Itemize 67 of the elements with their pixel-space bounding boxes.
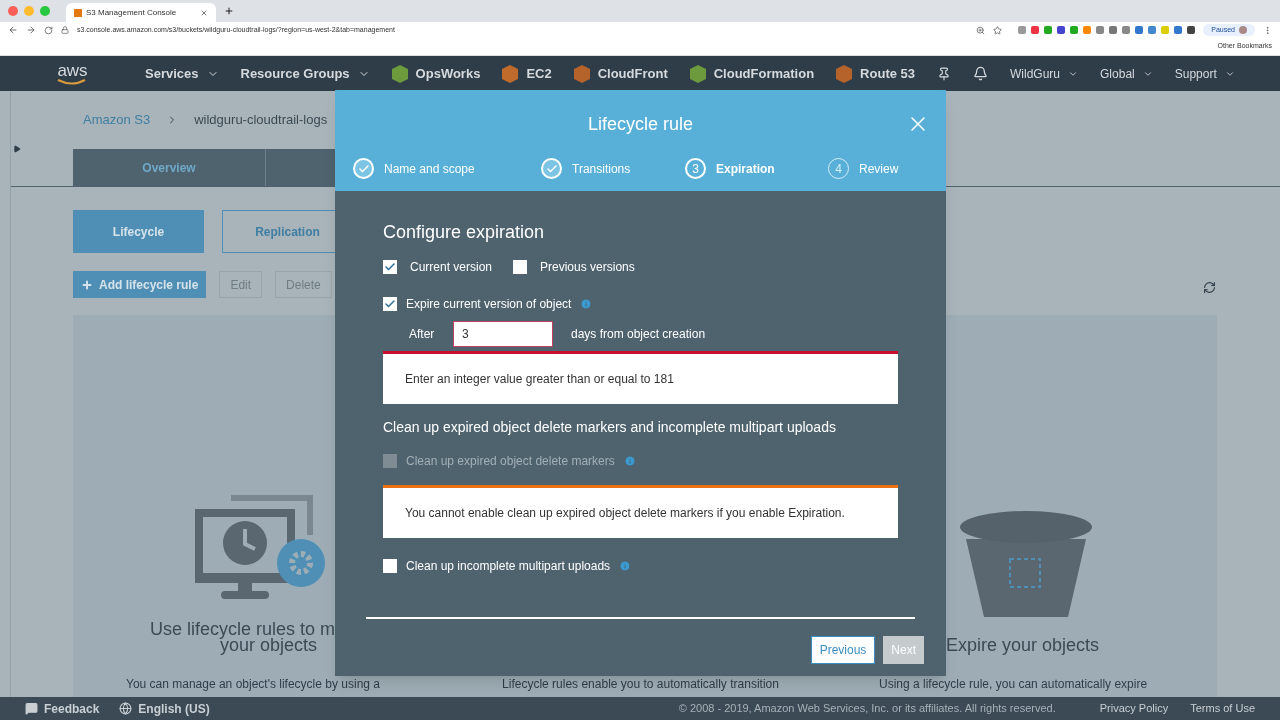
close-window-icon[interactable] bbox=[8, 6, 18, 16]
check-icon bbox=[357, 162, 370, 175]
close-tab-icon[interactable] bbox=[200, 8, 208, 17]
footer-link[interactable]: Privacy Policy bbox=[1099, 700, 1169, 717]
nav-menu[interactable]: Support bbox=[1174, 64, 1235, 83]
lock-icon bbox=[61, 26, 69, 34]
service-shortcut[interactable]: Route 53 bbox=[836, 63, 915, 84]
new-tab-icon[interactable] bbox=[224, 6, 234, 16]
back-icon[interactable] bbox=[8, 25, 18, 35]
chat-bubble-icon bbox=[25, 702, 38, 715]
warning-message: You cannot enable clean up expired object delete markers if you enable Expiration. bbox=[383, 485, 898, 538]
card-text: You can manage an object's lifecycle by using a bbox=[126, 676, 380, 693]
card-text: Lifecycle rules enable you to automatically transition bbox=[502, 676, 779, 693]
checkbox-label: Current version bbox=[410, 259, 493, 276]
aws-logo[interactable]: aws bbox=[57, 62, 88, 85]
tab-favicon bbox=[74, 8, 82, 17]
feedback-link[interactable]: Feedback bbox=[25, 699, 100, 718]
card-heading: Expire your objects bbox=[946, 637, 1100, 653]
checkbox-label: Clean up expired object delete markers bbox=[406, 453, 615, 470]
reload-icon[interactable] bbox=[44, 25, 53, 35]
copyright-text: © 2008 - 2019, Amazon Web Services, Inc. or its affiliates. All rights reserved. bbox=[678, 701, 1056, 717]
menu-icon[interactable] bbox=[1263, 25, 1272, 35]
section-heading: Configure expiration bbox=[383, 221, 546, 244]
breadcrumb-current: wildguru-cloudtrail-logs bbox=[194, 111, 328, 130]
service-shortcut[interactable]: OpsWorks bbox=[391, 63, 481, 84]
checkbox[interactable] bbox=[383, 260, 397, 274]
dialog-title: Lifecycle rule bbox=[587, 112, 693, 136]
checkbox[interactable] bbox=[383, 297, 397, 311]
previous-button[interactable]: Previous bbox=[810, 636, 876, 664]
checkbox[interactable] bbox=[383, 559, 397, 573]
section-heading: Clean up expired object delete markers and incomplete multipart uploads bbox=[383, 419, 837, 435]
language-selector[interactable]: English (US) bbox=[119, 699, 210, 718]
check-icon bbox=[384, 261, 396, 273]
bell-icon[interactable] bbox=[973, 66, 988, 81]
forward-icon[interactable] bbox=[26, 25, 36, 35]
service-shortcut[interactable]: CloudFormation bbox=[689, 63, 815, 84]
bucket-icon bbox=[960, 511, 1092, 617]
info-icon[interactable] bbox=[619, 560, 632, 572]
globe-icon bbox=[119, 702, 133, 715]
checkbox-label: Previous versions bbox=[540, 259, 635, 276]
service-shortcut[interactable]: CloudFront bbox=[573, 63, 668, 84]
field-suffix: days from object creation bbox=[571, 326, 706, 343]
checkbox[interactable] bbox=[513, 260, 528, 274]
pin-icon[interactable] bbox=[937, 66, 951, 81]
footer-link[interactable]: Terms of Use bbox=[1190, 700, 1255, 717]
checkbox-label: Expire current version of object bbox=[406, 296, 572, 313]
check-icon bbox=[384, 298, 396, 310]
info-icon[interactable] bbox=[580, 298, 593, 310]
nav-menu[interactable]: WildGuru bbox=[1010, 64, 1079, 83]
bookmark-star-icon[interactable] bbox=[993, 25, 1003, 35]
expand-sidebar-icon[interactable] bbox=[13, 145, 21, 153]
field-label: After bbox=[409, 326, 436, 343]
refresh-icon[interactable] bbox=[1203, 281, 1216, 294]
nav-menu[interactable]: Resource Groups bbox=[240, 63, 370, 84]
browser-tab[interactable]: S3 Management Console bbox=[66, 3, 216, 22]
service-shortcut[interactable]: EC2 bbox=[502, 63, 552, 84]
error-message: Enter an integer value greater than or equal to 181 bbox=[383, 351, 898, 404]
check-icon bbox=[545, 162, 558, 175]
info-icon[interactable] bbox=[623, 455, 636, 467]
days-input[interactable]: 3 bbox=[453, 321, 553, 347]
card-text: Using a lifecycle rule, you can automatically expire bbox=[879, 676, 1148, 693]
zoom-icon[interactable] bbox=[976, 25, 986, 35]
checkbox-label: Clean up incomplete multipart uploads bbox=[406, 558, 611, 575]
nav-menu[interactable]: Services bbox=[145, 63, 219, 84]
plus-icon bbox=[81, 278, 93, 291]
card-heading: Use lifecycle rules to m bbox=[149, 621, 335, 637]
nav-menu[interactable]: Global bbox=[1100, 64, 1153, 83]
